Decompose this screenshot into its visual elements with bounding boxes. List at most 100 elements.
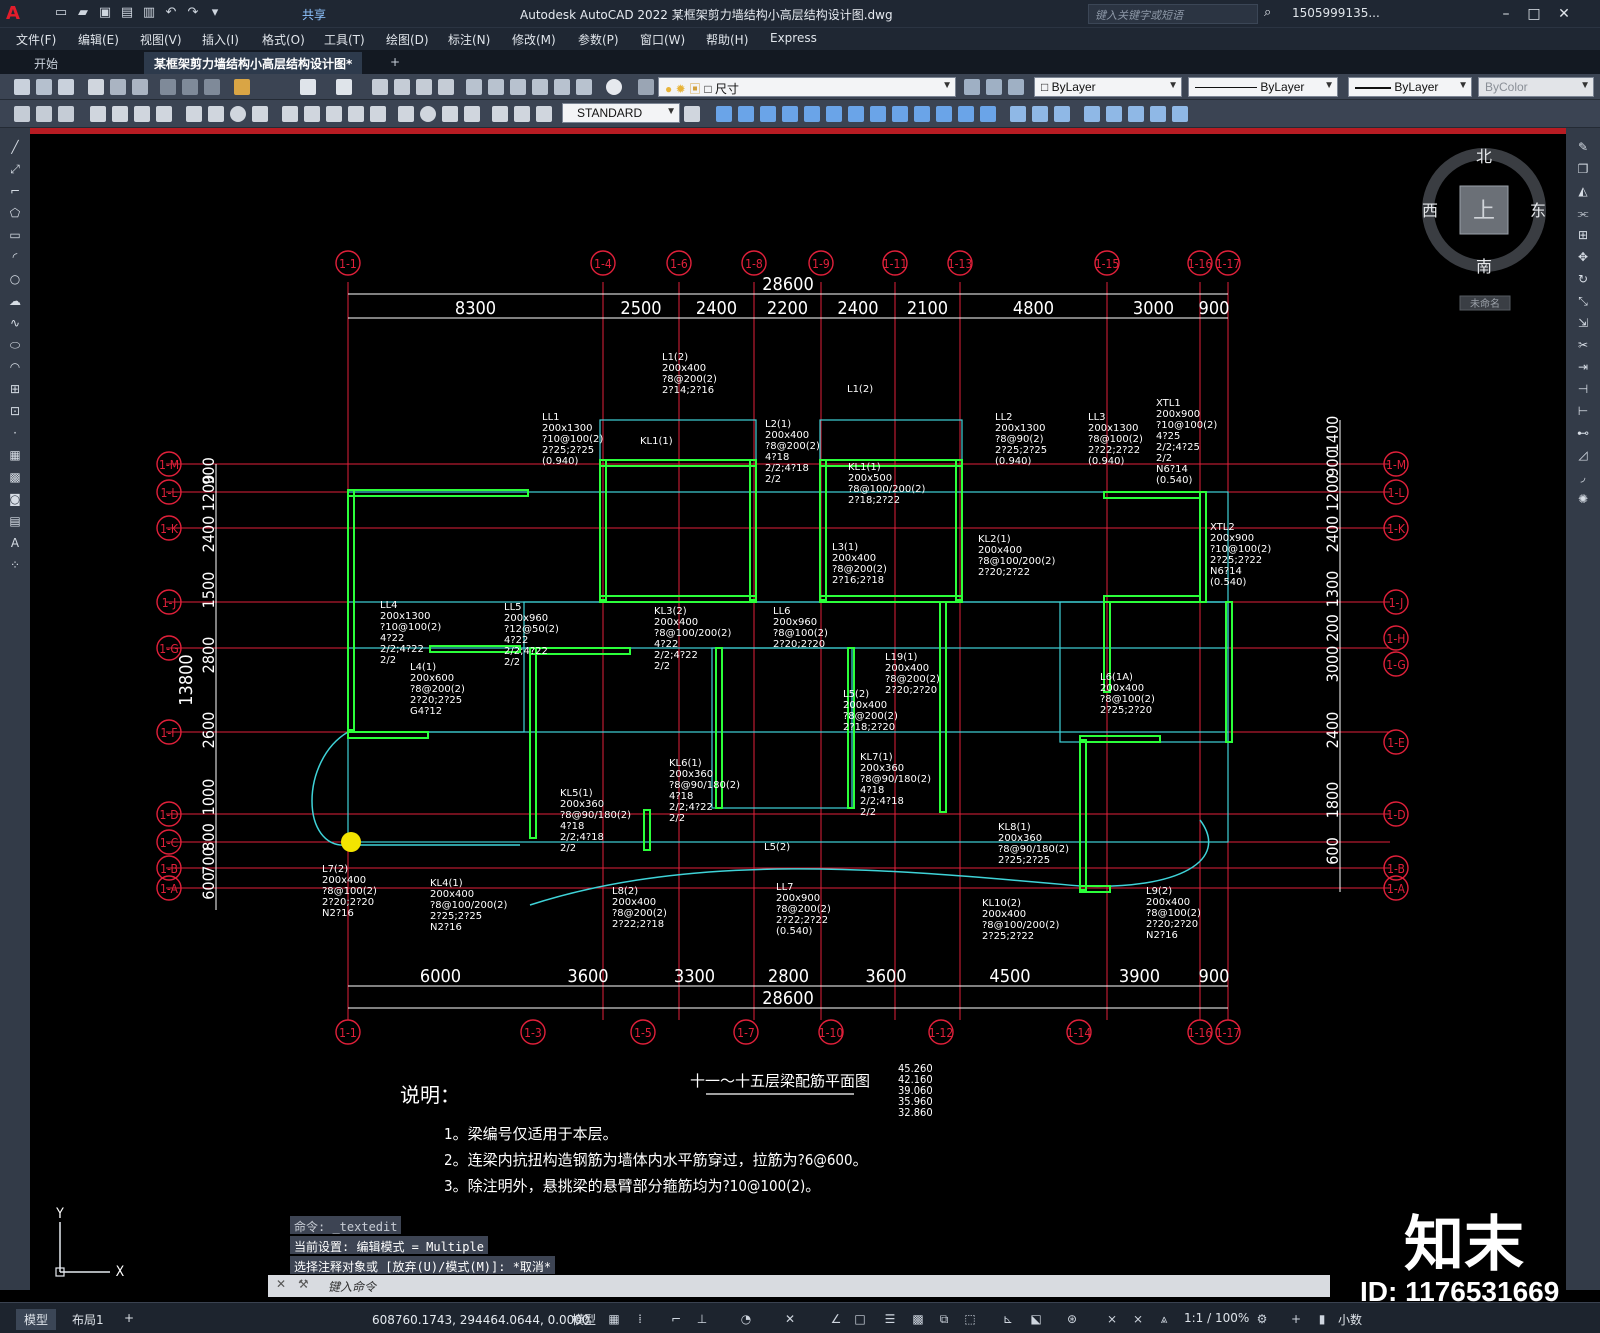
gradient-icon[interactable]: ▩	[7, 470, 23, 484]
visual-style-icon[interactable]	[1010, 106, 1026, 122]
copy-object-icon[interactable]: ❐	[1575, 162, 1591, 176]
menu-view[interactable]: 视图(V)	[140, 31, 182, 48]
search-input[interactable]: 键入关键字或短语	[1088, 4, 1258, 24]
construction-line-icon[interactable]: ⤢	[7, 162, 23, 176]
transparency-icon[interactable]: ▩	[910, 1312, 926, 1326]
extend-icon[interactable]: ⇥	[1575, 360, 1591, 374]
center-mark-icon[interactable]	[420, 106, 436, 122]
menu-help[interactable]: 帮助(H)	[706, 31, 748, 48]
continue-icon[interactable]	[326, 106, 342, 122]
toolbar-icon-2[interactable]	[36, 106, 52, 122]
pan-icon[interactable]	[372, 79, 388, 95]
print-icon[interactable]	[88, 79, 104, 95]
menu-parametric[interactable]: 参数(P)	[578, 31, 619, 48]
cut-icon[interactable]	[160, 79, 176, 95]
polar-icon[interactable]: ◔	[738, 1312, 754, 1326]
preview-icon[interactable]	[110, 79, 126, 95]
revolve-icon[interactable]	[870, 106, 886, 122]
paste-icon[interactable]	[204, 79, 220, 95]
save-as-icon[interactable]: ▤	[118, 4, 136, 22]
dim-style-icon[interactable]	[684, 106, 700, 122]
sweep-icon[interactable]	[892, 106, 908, 122]
menu-modify[interactable]: 修改(M)	[512, 31, 556, 48]
intersect-icon[interactable]	[980, 106, 996, 122]
spline-icon[interactable]: ∿	[7, 316, 23, 330]
dim-edit-icon[interactable]	[492, 106, 508, 122]
open-icon[interactable]	[36, 79, 52, 95]
dropdown-icon[interactable]: ▾	[206, 4, 224, 22]
close-icon[interactable]: ✕	[276, 1277, 286, 1291]
toolbar-icon-3[interactable]	[58, 106, 74, 122]
hatch-icon[interactable]: ▦	[7, 448, 23, 462]
scale-icon[interactable]: ⤡	[1575, 294, 1591, 308]
osnap-tracking-icon[interactable]: ∠	[828, 1312, 844, 1326]
ucs-view-icon[interactable]	[1172, 106, 1188, 122]
jogged-icon[interactable]	[208, 106, 224, 122]
scale-dropdown[interactable]: 1:1 / 100%	[1176, 1309, 1257, 1327]
tool-palettes-icon[interactable]	[510, 79, 526, 95]
menu-format[interactable]: 格式(O)	[262, 31, 305, 48]
arc-icon[interactable]: ◜	[7, 250, 23, 264]
layer-previous-icon[interactable]	[986, 79, 1002, 95]
multiline-text-icon[interactable]: A	[7, 536, 23, 550]
join-icon[interactable]: ⊷	[1575, 426, 1591, 440]
isodraft-icon[interactable]: ✕	[782, 1312, 798, 1326]
explode-icon[interactable]: ✺	[1575, 492, 1591, 506]
osnap-icon[interactable]: □	[852, 1312, 868, 1326]
isolate-icon[interactable]: ▮	[1314, 1312, 1330, 1326]
jogged-linear-icon[interactable]	[464, 106, 480, 122]
units-dropdown[interactable]: 小数	[1330, 1309, 1370, 1330]
save-icon[interactable]	[58, 79, 74, 95]
revcloud-icon[interactable]: ☁	[7, 294, 23, 308]
tolerance-icon[interactable]	[398, 106, 414, 122]
3d-osnap-icon[interactable]: ⬚	[962, 1312, 978, 1326]
open-file-icon[interactable]: ▰	[74, 4, 92, 22]
markup-icon[interactable]	[554, 79, 570, 95]
gear-icon[interactable]: ⚙	[1254, 1312, 1270, 1326]
selection-filter-icon[interactable]: ⬕	[1028, 1312, 1044, 1326]
menu-draw[interactable]: 绘图(D)	[386, 31, 429, 48]
search-icon[interactable]: ⌕	[1264, 5, 1271, 20]
plus-icon[interactable]: +	[1288, 1312, 1304, 1326]
radius-icon[interactable]	[186, 106, 202, 122]
stretch-icon[interactable]: ⇲	[1575, 316, 1591, 330]
solid-cone-icon[interactable]	[760, 106, 776, 122]
menu-tools[interactable]: 工具(T)	[324, 31, 365, 48]
tab-add-layout[interactable]: +	[116, 1309, 142, 1327]
mirror-icon[interactable]: ◭	[1575, 184, 1591, 198]
ellipse-icon[interactable]: ⬭	[7, 338, 23, 352]
gizmo-icon[interactable]: ⊛	[1064, 1312, 1080, 1326]
annotation-scale-icon[interactable]: ⩓	[1156, 1312, 1172, 1326]
array-icon[interactable]: ⊞	[1575, 228, 1591, 242]
arc-length-icon[interactable]	[134, 106, 150, 122]
selection-cycling-icon[interactable]: ⧉	[936, 1312, 952, 1326]
solid-torus-icon[interactable]	[826, 106, 842, 122]
drawing-canvas[interactable]: 1-1 1-4 1-6 1-8 1-9 1-11 1-13 1-15 1-16 1-17 1-1 1-…	[30, 128, 1566, 1290]
maximize-button[interactable]: □	[1524, 4, 1544, 24]
ucs-icon[interactable]	[1084, 106, 1100, 122]
conceptual-icon[interactable]	[1054, 106, 1070, 122]
new-icon[interactable]	[14, 79, 30, 95]
quick-dimension-icon[interactable]	[282, 106, 298, 122]
snap-icon[interactable]: ⁞	[632, 1312, 648, 1326]
dim-update-icon[interactable]	[536, 106, 552, 122]
undo-icon[interactable]	[300, 79, 316, 95]
annotation-visibility-icon[interactable]: ⨯	[1104, 1312, 1120, 1326]
ucs-object-icon[interactable]	[1150, 106, 1166, 122]
zoom-window-icon[interactable]	[416, 79, 432, 95]
design-center-icon[interactable]	[488, 79, 504, 95]
layer-states-icon[interactable]	[1008, 79, 1024, 95]
extrude-icon[interactable]	[848, 106, 864, 122]
aligned-dimension-icon[interactable]	[112, 106, 128, 122]
tab-model[interactable]: 模型	[16, 1309, 57, 1330]
polygon-icon[interactable]: ⬠	[7, 206, 23, 220]
layer-manager-icon[interactable]	[638, 79, 654, 95]
help-icon[interactable]	[606, 79, 622, 95]
solid-cylinder-icon[interactable]	[804, 106, 820, 122]
menu-dimension[interactable]: 标注(N)	[448, 31, 490, 48]
line-icon[interactable]: ╱	[7, 140, 23, 154]
sheet-set-icon[interactable]	[532, 79, 548, 95]
table-icon[interactable]: ▤	[7, 514, 23, 528]
polyline-icon[interactable]: ⌐	[7, 184, 23, 198]
linetype-dropdown[interactable]: ByLayer ▼	[1188, 77, 1338, 97]
